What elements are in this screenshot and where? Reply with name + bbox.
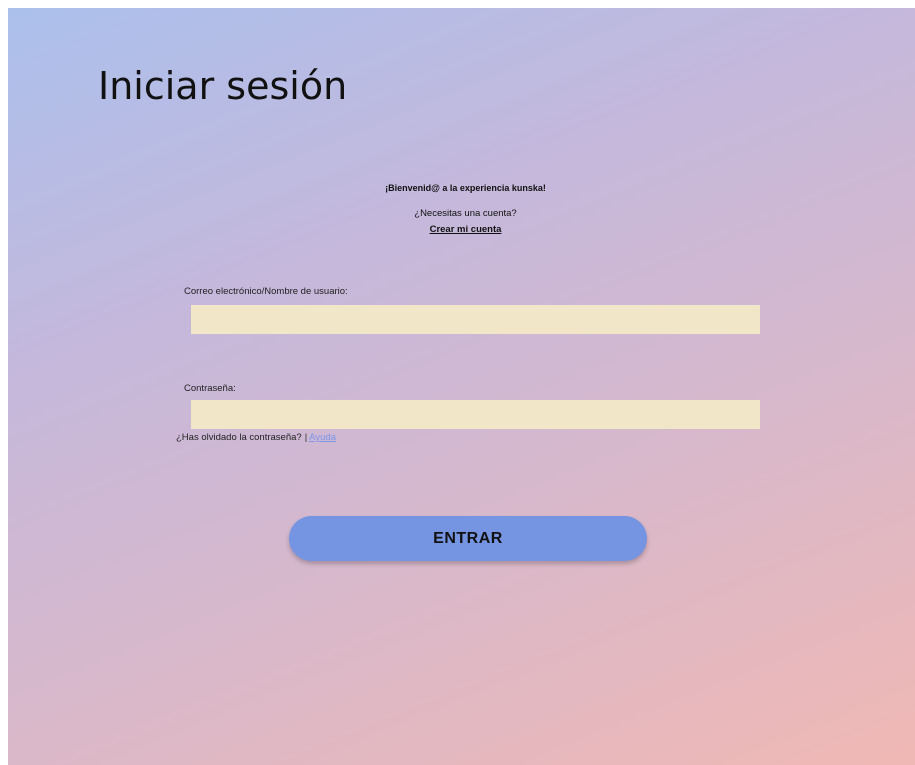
page-title: Iniciar sesión <box>98 64 348 108</box>
forgot-password-text: ¿Has olvidado la contraseña? <box>176 432 302 443</box>
create-account-link[interactable]: Crear mi cuenta <box>430 224 502 235</box>
username-input[interactable] <box>191 305 760 334</box>
welcome-message: ¡Bienvenid@ a la experiencia kunska! <box>385 183 546 193</box>
help-link[interactable]: Ayuda <box>309 432 336 443</box>
password-label: Contraseña: <box>184 383 236 394</box>
need-account-text: ¿Necesitas una cuenta? <box>414 208 517 219</box>
enter-button[interactable]: ENTRAR <box>289 516 647 561</box>
separator: | <box>304 432 308 443</box>
password-input[interactable] <box>191 400 760 429</box>
forgot-password-row: ¿Has olvidado la contraseña? | Ayuda <box>176 432 336 443</box>
welcome-block: ¡Bienvenid@ a la experiencia kunska! ¿Ne… <box>8 182 915 237</box>
login-page: Iniciar sesión ¡Bienvenid@ a la experien… <box>8 8 915 765</box>
username-label: Correo electrónico/Nombre de usuario: <box>184 286 348 297</box>
